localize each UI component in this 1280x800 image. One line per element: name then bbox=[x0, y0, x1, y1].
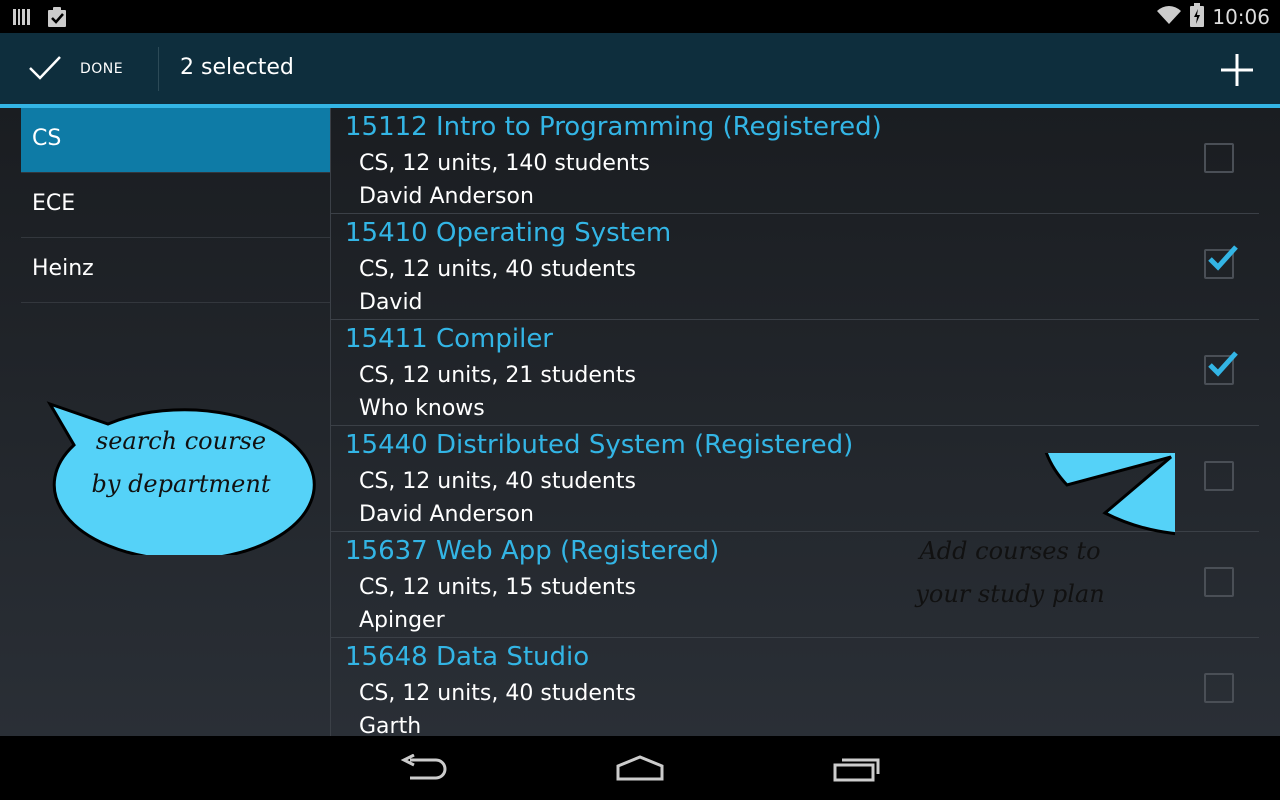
course-checkbox[interactable] bbox=[1204, 351, 1238, 385]
navigation-bar bbox=[0, 736, 1280, 800]
course-row[interactable]: 15411 Compiler CS, 12 units, 21 students… bbox=[331, 320, 1259, 426]
recent-apps-icon bbox=[832, 756, 882, 786]
course-instructor: David Anderson bbox=[359, 184, 534, 209]
battery-icon bbox=[1190, 3, 1205, 31]
annotation-text-line: Add courses to bbox=[919, 537, 1101, 565]
recent-apps-button[interactable] bbox=[812, 736, 902, 800]
wifi-icon bbox=[1156, 4, 1182, 30]
department-label: CS bbox=[32, 126, 62, 151]
course-title: 15411 Compiler bbox=[345, 324, 553, 354]
selection-count-title: 2 selected bbox=[180, 55, 294, 80]
home-button[interactable] bbox=[595, 736, 685, 800]
barcode-icon bbox=[12, 7, 32, 31]
annotation-text-line: your study plan bbox=[915, 580, 1105, 608]
checkmark-icon bbox=[28, 55, 62, 85]
department-item-heinz[interactable]: Heinz bbox=[21, 238, 330, 303]
department-list: CS ECE Heinz bbox=[21, 108, 330, 303]
action-bar: DONE 2 selected bbox=[0, 33, 1280, 104]
course-checkbox[interactable] bbox=[1204, 245, 1238, 279]
course-checkbox[interactable] bbox=[1204, 461, 1234, 491]
add-button[interactable] bbox=[1190, 33, 1280, 104]
course-info: CS, 12 units, 21 students bbox=[359, 363, 636, 388]
department-label: ECE bbox=[32, 191, 76, 216]
plus-icon bbox=[1220, 53, 1254, 91]
course-info: CS, 12 units, 40 students bbox=[359, 469, 636, 494]
course-instructor: David Anderson bbox=[359, 502, 534, 527]
course-instructor: Garth bbox=[359, 714, 422, 736]
course-title: 15440 Distributed System (Registered) bbox=[345, 430, 854, 460]
clipboard-check-icon bbox=[46, 6, 68, 32]
course-checkbox[interactable] bbox=[1204, 673, 1234, 703]
annotation-bubble-left: search course by department bbox=[46, 400, 316, 562]
done-button[interactable]: DONE bbox=[0, 33, 158, 104]
course-title: 15112 Intro to Programming (Registered) bbox=[345, 112, 882, 142]
status-clock: 10:06 bbox=[1212, 5, 1270, 29]
annotation-text-line: by department bbox=[91, 470, 271, 498]
checkmark-icon bbox=[1208, 245, 1238, 271]
course-row[interactable]: 15112 Intro to Programming (Registered) … bbox=[331, 108, 1259, 214]
back-button[interactable] bbox=[380, 736, 470, 800]
home-icon bbox=[615, 754, 665, 786]
action-bar-divider bbox=[158, 47, 159, 91]
annotation-bubble-right: Add courses to your study plan bbox=[845, 313, 1280, 688]
department-item-cs[interactable]: CS bbox=[21, 108, 330, 173]
status-bar: 10:06 bbox=[0, 0, 1280, 33]
course-checkbox[interactable] bbox=[1204, 143, 1234, 173]
checkmark-icon bbox=[1208, 351, 1238, 377]
course-info: CS, 12 units, 40 students bbox=[359, 257, 636, 282]
course-instructor: Who knows bbox=[359, 396, 485, 421]
back-icon bbox=[400, 753, 448, 786]
done-label: DONE bbox=[80, 61, 124, 77]
course-info: CS, 12 units, 140 students bbox=[359, 151, 650, 176]
department-label: Heinz bbox=[32, 256, 94, 281]
course-instructor: Apinger bbox=[359, 608, 445, 633]
course-info: CS, 12 units, 40 students bbox=[359, 681, 636, 706]
course-title: 15637 Web App (Registered) bbox=[345, 536, 720, 566]
course-info: CS, 12 units, 15 students bbox=[359, 575, 636, 600]
department-item-ece[interactable]: ECE bbox=[21, 173, 330, 238]
course-instructor: David bbox=[359, 290, 423, 315]
course-title: 15410 Operating System bbox=[345, 218, 672, 248]
course-checkbox[interactable] bbox=[1204, 567, 1234, 597]
course-title: 15648 Data Studio bbox=[345, 642, 590, 672]
annotation-text-line: search course bbox=[95, 427, 267, 455]
course-row[interactable]: 15410 Operating System CS, 12 units, 40 … bbox=[331, 214, 1259, 320]
